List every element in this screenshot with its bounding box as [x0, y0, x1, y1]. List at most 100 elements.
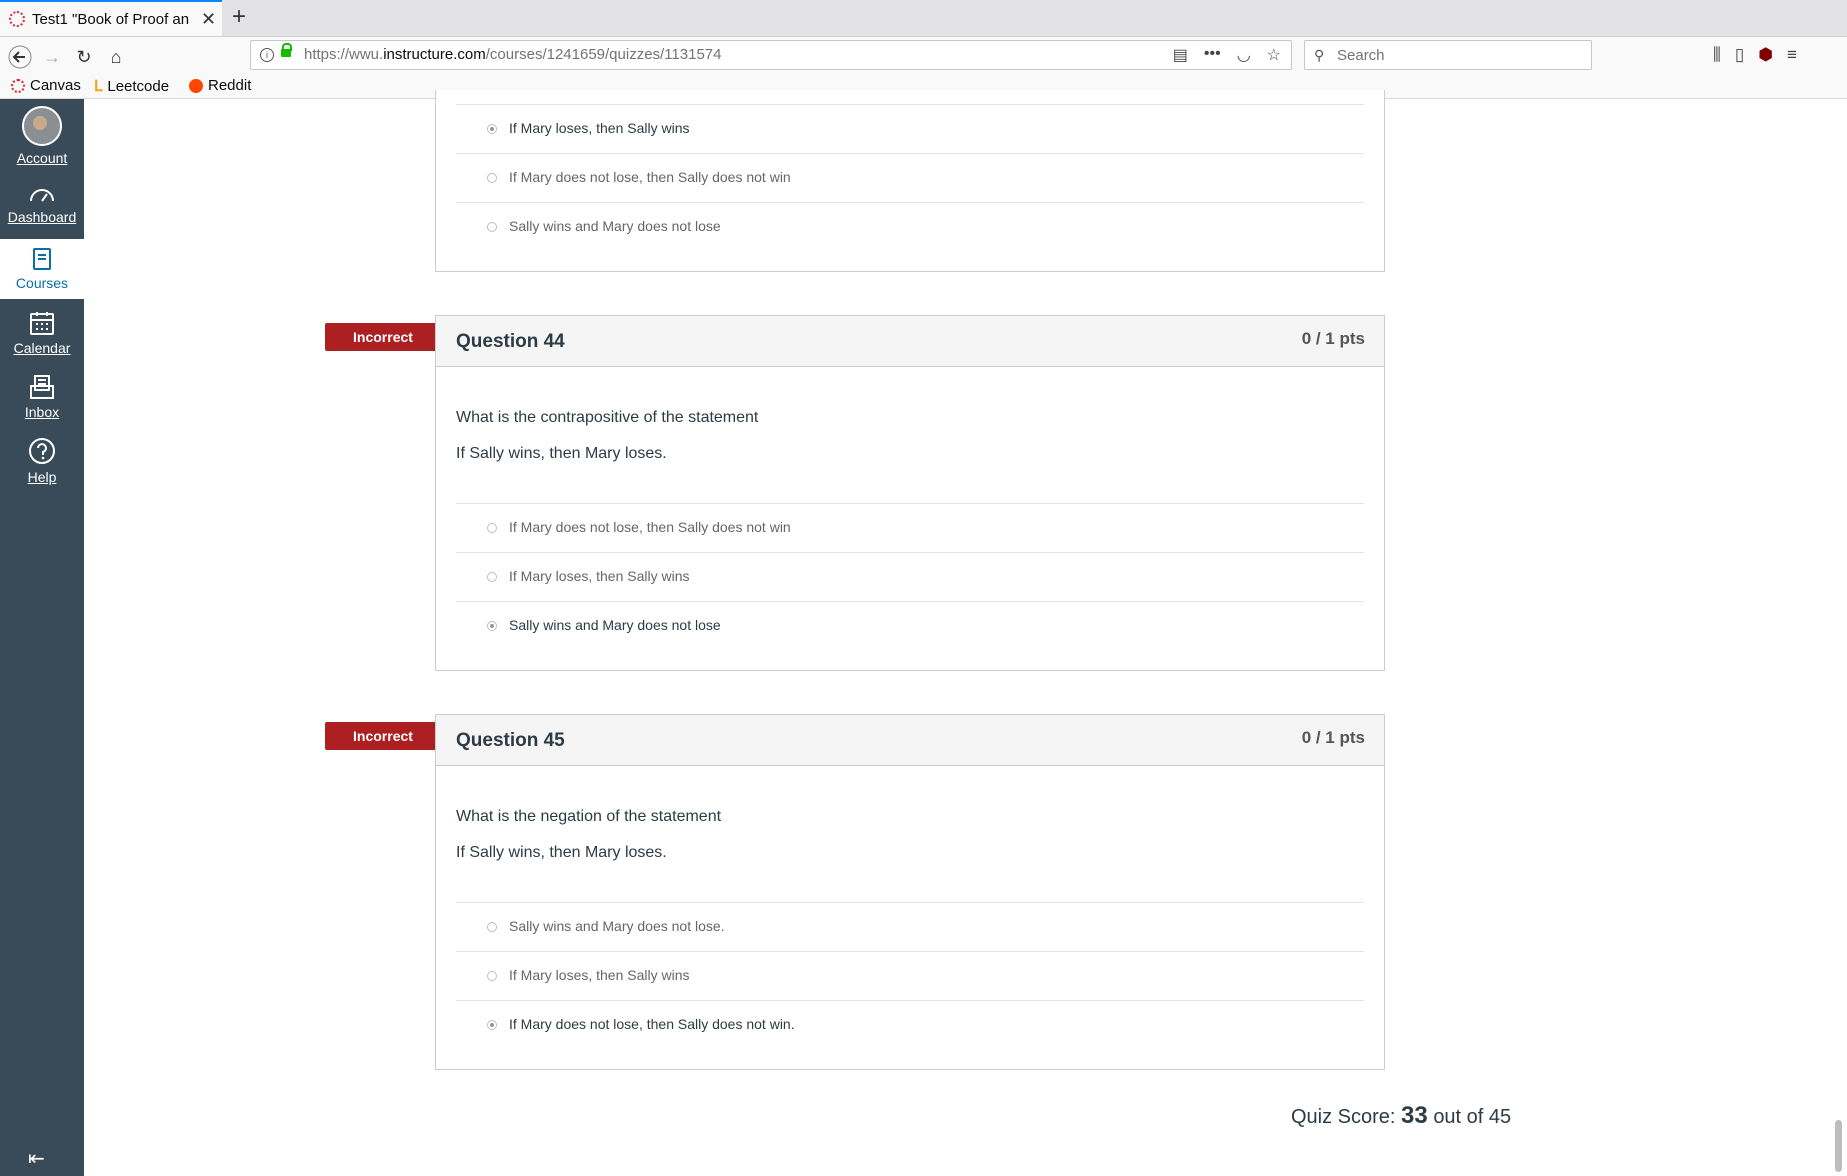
calendar-icon	[30, 312, 54, 335]
bookmark-label: Leetcode	[107, 77, 170, 95]
answer-option[interactable]: Sally wins and Mary does not lose	[456, 601, 1364, 650]
back-arrow-icon	[8, 45, 32, 69]
answer-option[interactable]: Sally wins and Mary does not lose	[456, 202, 1364, 251]
score-total: out of 45	[1433, 1106, 1512, 1128]
bookmark-star-icon[interactable]: ☆	[1267, 45, 1281, 65]
forward-arrow-icon: →	[43, 46, 61, 67]
question-box-prev: If Mary loses, then Sally wins If Mary d…	[435, 90, 1385, 272]
question-45: Question 45 0 / 1 pts What is the negati…	[435, 714, 1385, 1070]
reddit-icon	[189, 78, 203, 93]
nav-label: Dashboard	[7, 209, 77, 225]
answer-option[interactable]: If Mary loses, then Sally wins	[456, 104, 1364, 153]
radio-selected	[487, 1020, 497, 1030]
answer-text: If Mary loses, then Sally wins	[509, 568, 690, 584]
new-tab-button[interactable]: +	[232, 3, 246, 31]
nav-help[interactable]: Help	[0, 437, 84, 487]
reader-view-icon[interactable]: ▤	[1173, 45, 1188, 65]
nav-calendar[interactable]: Calendar	[0, 310, 84, 360]
search-box[interactable]: ⚲ Search	[1304, 40, 1592, 70]
answer-text: If Mary loses, then Sally wins	[509, 120, 690, 136]
score-value: 33	[1401, 1102, 1428, 1129]
bookmark-reddit[interactable]: Reddit	[189, 77, 251, 94]
answer-option[interactable]: If Mary does not lose, then Sally does n…	[456, 153, 1364, 202]
page-actions-icon[interactable]: •••	[1204, 45, 1221, 65]
answer-text: Sally wins and Mary does not lose	[509, 617, 721, 633]
canvas-favicon-icon	[9, 11, 25, 27]
quiz-score: Quiz Score: 33 out of 45	[1291, 1102, 1511, 1130]
nav-label: Help	[27, 469, 57, 485]
url-text: https://wwu.instructure.com/courses/1241…	[304, 46, 722, 63]
home-button[interactable]: ⌂	[102, 43, 130, 71]
nav-courses[interactable]: Courses	[0, 239, 84, 299]
home-icon: ⌂	[110, 46, 122, 67]
answer-option[interactable]: If Mary loses, then Sally wins	[456, 951, 1364, 1000]
answer-option[interactable]: If Mary does not lose, then Sally does n…	[456, 503, 1364, 552]
bookmark-label: Reddit	[208, 77, 252, 94]
question-prompt: What is the negation of the statement	[456, 808, 722, 825]
nav-dashboard[interactable]: Dashboard	[0, 183, 84, 233]
menu-icon[interactable]: ≡	[1787, 45, 1797, 65]
nav-label: Inbox	[24, 404, 60, 420]
answer-text: If Mary does not lose, then Sally does n…	[509, 1016, 795, 1032]
question-header: Question 45 0 / 1 pts	[436, 715, 1384, 766]
help-question-icon	[29, 438, 55, 464]
nav-label: Account	[16, 150, 68, 166]
nav-account[interactable]: Account	[0, 106, 84, 166]
pocket-icon[interactable]: ◡	[1237, 45, 1251, 65]
page-scrollbar[interactable]	[1835, 1120, 1842, 1172]
radio	[487, 572, 497, 582]
question-points: 0 / 1 pts	[1301, 728, 1365, 747]
question-statement: If Sally wins, then Mary loses.	[456, 445, 667, 462]
question-points: 0 / 1 pts	[1301, 329, 1365, 348]
answer-text: Sally wins and Mary does not lose.	[509, 918, 725, 934]
question-header: Question 44 0 / 1 pts	[436, 316, 1384, 367]
score-label: Quiz Score:	[1291, 1106, 1396, 1128]
browser-tab[interactable]: Test1 "Book of Proof an ✕	[0, 0, 222, 36]
question-statement: If Sally wins, then Mary loses.	[456, 844, 667, 861]
navigation-toolbar: → ↻ ⌂ i https://wwu.instructure.com/cour…	[0, 37, 1847, 75]
search-icon: ⚲	[1314, 47, 1325, 63]
site-info-icon[interactable]: i	[260, 48, 274, 62]
global-navigation: Account Dashboard Courses Calendar Inbox…	[0, 99, 84, 1176]
incorrect-flag: Incorrect	[325, 323, 450, 351]
question-title: Question 45	[456, 730, 565, 751]
forward-button[interactable]: →	[38, 43, 66, 71]
answer-option[interactable]: If Mary does not lose, then Sally does n…	[456, 1000, 1364, 1049]
incorrect-label: Incorrect	[325, 323, 441, 351]
search-placeholder: Search	[1337, 47, 1385, 64]
answer-text: If Mary does not lose, then Sally does n…	[509, 519, 791, 535]
bookmark-canvas[interactable]: Canvas	[11, 77, 81, 94]
answer-option[interactable]: If Mary loses, then Sally wins	[456, 552, 1364, 601]
radio	[487, 971, 497, 981]
radio	[487, 173, 497, 183]
answer-option[interactable]: Sally wins and Mary does not lose.	[456, 902, 1364, 951]
radio	[487, 922, 497, 932]
bookmark-leetcode[interactable]: ᒪ Leetcode	[94, 77, 170, 96]
lock-icon	[281, 43, 292, 57]
inbox-icon	[30, 375, 54, 399]
nav-inbox[interactable]: Inbox	[0, 374, 84, 424]
incorrect-label: Incorrect	[325, 722, 441, 750]
question-prompt: What is the contrapositive of the statem…	[456, 409, 759, 426]
close-tab-icon[interactable]: ✕	[201, 9, 216, 30]
sidebar-toggle-icon[interactable]: ▯	[1735, 45, 1744, 65]
question-title: Question 44	[456, 331, 565, 352]
radio	[487, 523, 497, 533]
address-bar[interactable]: i https://wwu.instructure.com/courses/12…	[250, 40, 1292, 70]
answer-text: If Mary loses, then Sally wins	[509, 967, 690, 983]
nav-label: Courses	[15, 275, 69, 291]
tab-strip: Test1 "Book of Proof an ✕ +	[0, 0, 1847, 37]
bookmark-label: Canvas	[30, 77, 81, 94]
radio	[487, 222, 497, 232]
ublock-extension-icon[interactable]: ⬢	[1758, 45, 1773, 65]
radio-selected	[487, 124, 497, 134]
leetcode-icon: ᒪ	[94, 78, 103, 95]
back-button[interactable]	[6, 43, 34, 71]
library-icon[interactable]: ⫼	[1713, 45, 1721, 65]
radio-selected	[487, 621, 497, 631]
reload-icon: ↻	[76, 46, 92, 67]
reload-button[interactable]: ↻	[70, 43, 98, 71]
dashboard-icon	[30, 189, 54, 202]
collapse-nav-icon[interactable]: ⇤	[28, 1146, 45, 1171]
nav-label: Calendar	[13, 340, 71, 356]
